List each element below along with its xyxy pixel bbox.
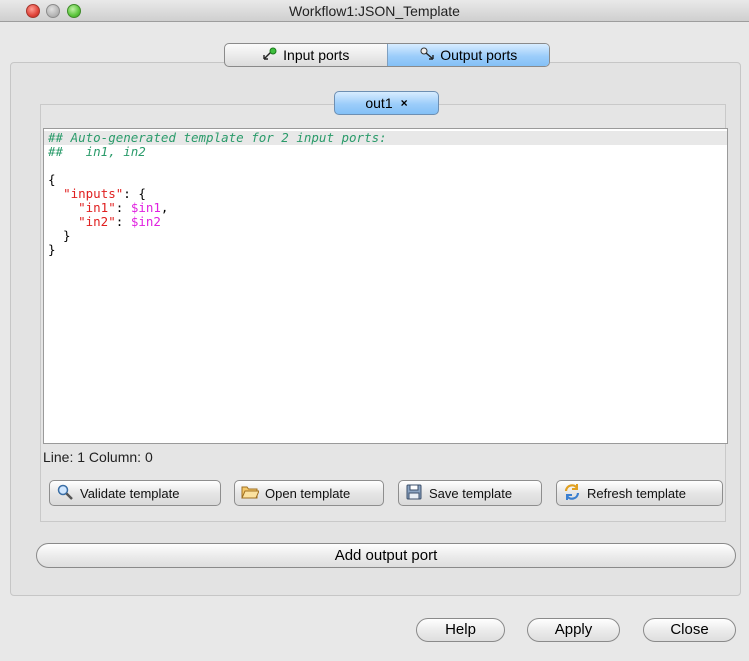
- editor-line: {: [48, 173, 727, 187]
- cursor-position-status: Line: 1 Column: 0: [43, 449, 153, 465]
- output-port-icon: [419, 47, 435, 64]
- title-bar: Workflow1:JSON_Template: [0, 0, 749, 22]
- editor-line: }: [48, 229, 727, 243]
- editor-line: ## Auto-generated template for 2 input p…: [44, 131, 727, 145]
- code-token: :: [115, 214, 131, 229]
- tab-input-ports[interactable]: Input ports: [225, 44, 387, 66]
- refresh-template-button[interactable]: Refresh template: [556, 480, 723, 506]
- validate-template-label: Validate template: [80, 485, 180, 501]
- magnifier-icon: [56, 483, 74, 504]
- code-token: ## Auto-generated template for 2 input p…: [48, 130, 387, 145]
- apply-button[interactable]: Apply: [527, 618, 620, 642]
- code-token: "in1": [78, 200, 116, 215]
- code-token: ## in1, in2: [48, 144, 146, 159]
- code-token: $in1: [130, 200, 161, 215]
- close-tab-icon[interactable]: ×: [401, 96, 408, 110]
- code-token: "in2": [78, 214, 116, 229]
- tab-out1[interactable]: out1 ×: [334, 91, 439, 115]
- save-template-button[interactable]: Save template: [398, 480, 542, 506]
- refresh-icon: [563, 483, 581, 504]
- editor-line: "in1": $in1,: [48, 201, 727, 215]
- editor-line: ## in1, in2: [48, 145, 727, 159]
- open-template-label: Open template: [265, 485, 351, 501]
- tab-output-ports[interactable]: Output ports: [386, 44, 549, 66]
- save-template-label: Save template: [429, 485, 513, 501]
- port-type-tabs: Input ports Output ports: [224, 43, 550, 67]
- tab-out1-label: out1: [365, 95, 393, 111]
- close-button[interactable]: Close: [643, 618, 736, 642]
- code-token: $in2: [130, 214, 161, 229]
- editor-line: }: [48, 243, 727, 257]
- code-token: }: [48, 242, 56, 257]
- code-token: }: [48, 228, 71, 243]
- tab-output-ports-label: Output ports: [440, 47, 518, 63]
- tab-input-ports-label: Input ports: [283, 47, 350, 63]
- refresh-template-label: Refresh template: [587, 485, 686, 501]
- code-token: {: [48, 172, 56, 187]
- folder-icon: [241, 483, 260, 504]
- code-token: :: [115, 200, 131, 215]
- editor-line: "in2": $in2: [48, 215, 727, 229]
- code-token: "inputs": [63, 186, 124, 201]
- floppy-disk-icon: [405, 483, 423, 504]
- editor-line: "inputs": {: [48, 187, 727, 201]
- code-token: ,: [160, 200, 169, 215]
- window-title: Workflow1:JSON_Template: [289, 3, 460, 19]
- input-port-icon: [262, 47, 278, 64]
- add-output-port-button[interactable]: Add output port: [36, 543, 736, 568]
- open-template-button[interactable]: Open template: [234, 480, 384, 506]
- help-button[interactable]: Help: [416, 618, 505, 642]
- code-token: : {: [123, 186, 146, 201]
- template-editor[interactable]: ## Auto-generated template for 2 input p…: [43, 128, 728, 444]
- validate-template-button[interactable]: Validate template: [49, 480, 221, 506]
